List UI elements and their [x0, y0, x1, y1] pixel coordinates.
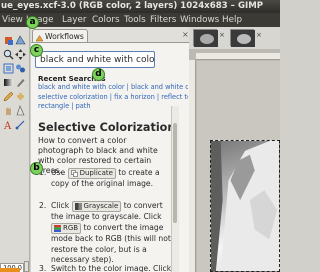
dodge-icon[interactable] [15, 105, 26, 116]
recent-link[interactable]: black and white color [131, 83, 188, 91]
rgb-button[interactable]: RGB [51, 222, 82, 234]
menu-colors[interactable]: Colors [92, 13, 120, 27]
recent-row-3: rectangle | path [38, 102, 91, 111]
tab-workflows[interactable]: Workflows [32, 29, 88, 43]
duplicate-icon [70, 170, 78, 177]
blend-icon[interactable] [3, 77, 14, 88]
vertical-ruler [189, 60, 196, 272]
pencil-icon[interactable] [3, 91, 14, 102]
airbrush-icon[interactable] [15, 77, 26, 88]
recent-link[interactable]: black and white with color [38, 83, 125, 91]
rgb-label: RGB [63, 223, 79, 232]
grayscale-label: Grayscale [83, 202, 119, 210]
recent-row-2: selective colorization | fix a horizon |… [38, 93, 188, 103]
thumbnail-close-icon[interactable]: × [256, 31, 262, 39]
step-number: 3. [39, 264, 47, 272]
toolbox: A [0, 27, 30, 272]
heal-icon[interactable] [15, 91, 26, 102]
image-thumbnail[interactable] [193, 29, 218, 47]
grayscale-button[interactable]: Grayscale [71, 201, 122, 212]
recent-link[interactable]: reflect text [161, 93, 188, 101]
recent-link[interactable]: fix a horizon [114, 93, 155, 101]
recent-link[interactable]: rectangle [38, 102, 69, 110]
window-title: ue_eyes.xcf-3.0 (RGB color, 2 layers) 10… [0, 0, 280, 13]
menu-view[interactable]: View [2, 13, 23, 27]
menu-filters[interactable]: Filters [150, 13, 176, 27]
size-spin-arrows[interactable] [24, 261, 29, 272]
menu-bar: View Image Layer Colors Tools Filters Wi… [0, 13, 280, 27]
text-icon[interactable]: A [3, 119, 14, 130]
move-icon[interactable] [15, 49, 26, 60]
duplicate-label: Duplicate [79, 169, 113, 177]
photo-layer [210, 140, 280, 272]
svg-text:A: A [3, 121, 12, 130]
step-number: 2. [39, 201, 47, 210]
recent-searches-list: black and white with color | black and w… [38, 83, 188, 112]
tab-workflows-label: Workflows [45, 32, 84, 41]
recent-link[interactable]: selective colorization [38, 93, 108, 101]
step-text: Use [51, 168, 66, 177]
thumbnail-close-icon[interactable]: × [219, 31, 225, 39]
recent-link[interactable]: path [76, 102, 91, 110]
article-title: Selective Colorization [38, 121, 176, 134]
menu-tools[interactable]: Tools [124, 13, 146, 27]
dock-close-icon[interactable]: × [182, 30, 189, 40]
step-text: Switch to the color image. Click [51, 264, 172, 272]
image-thumbnail[interactable] [230, 29, 255, 47]
transform-icon[interactable] [15, 35, 26, 46]
measure-icon[interactable] [15, 119, 26, 130]
callout-c: c [30, 44, 43, 57]
duplicate-button[interactable]: Duplicate [67, 168, 116, 179]
workflows-icon [35, 33, 44, 42]
clone-icon[interactable] [15, 63, 26, 74]
menu-windows[interactable]: Windows [180, 13, 219, 27]
callout-d: d [92, 68, 105, 81]
scrollbar-thumb[interactable] [173, 123, 177, 223]
callout-a: a [26, 16, 39, 29]
menu-layer[interactable]: Layer [62, 13, 87, 27]
step-text: Click [51, 201, 70, 210]
recent-row-1: black and white with color | black and w… [38, 83, 188, 93]
callout-b: b [30, 162, 43, 175]
size-slider[interactable] [0, 268, 20, 272]
smudge-icon[interactable] [3, 105, 14, 116]
horizontal-ruler [196, 53, 280, 60]
menu-help[interactable]: Help [222, 13, 242, 27]
zoom-icon[interactable] [3, 49, 14, 60]
color-picker-icon[interactable] [3, 35, 14, 46]
rgb-icon [54, 224, 61, 232]
search-input[interactable]: black and white with color [35, 51, 155, 68]
scale-icon[interactable] [3, 63, 14, 74]
grayscale-icon [74, 203, 82, 210]
